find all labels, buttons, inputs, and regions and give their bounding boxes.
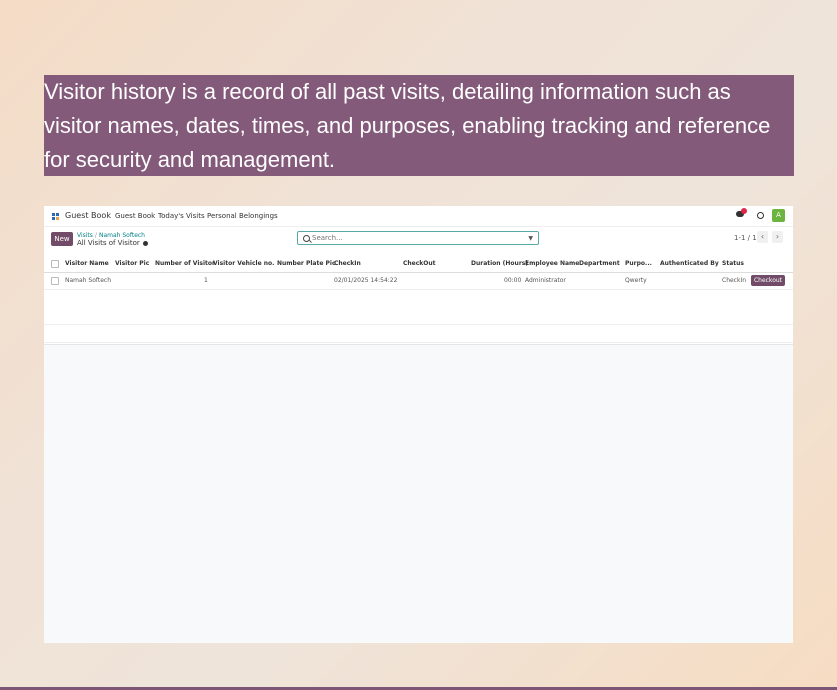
table-header: Visitor Name Visitor Pic Number of Visit… <box>44 255 793 273</box>
description-banner: Visitor history is a record of all past … <box>44 75 794 176</box>
search-bar[interactable]: ▼ <box>297 231 539 245</box>
breadcrumb-visits[interactable]: Visits <box>77 232 93 239</box>
breadcrumb: Visits / Namah Softech <box>77 232 145 239</box>
gear-icon[interactable] <box>142 240 148 246</box>
description-line-3: for security and management. <box>44 147 336 172</box>
user-avatar[interactable]: A <box>772 209 785 222</box>
header-department[interactable]: Department <box>579 260 620 267</box>
top-navbar: Guest Book Guest Book Today's Visits Per… <box>44 206 793 227</box>
control-panel: New Visits / Namah Softech All Visits of V… <box>44 227 793 253</box>
cell-status: CheckIn <box>722 277 747 284</box>
messages-icon[interactable] <box>736 208 747 218</box>
menu-guest-book[interactable]: Guest Book <box>115 212 155 220</box>
menu-personal-belongings[interactable]: Personal Belongings <box>207 212 278 220</box>
app-screenshot: Guest Book Guest Book Today's Visits Per… <box>44 206 793 643</box>
cell-duration: 00:00 <box>504 277 522 284</box>
search-input[interactable] <box>312 233 512 243</box>
empty-row <box>44 307 793 325</box>
empty-row <box>44 325 793 343</box>
menu-todays-visits[interactable]: Today's Visits <box>158 212 205 220</box>
search-icon <box>303 235 310 242</box>
page-title: All Visits of Visitor <box>77 239 148 247</box>
select-all-checkbox[interactable] <box>51 260 59 268</box>
header-plate-pic[interactable]: Number Plate Pic <box>277 260 336 267</box>
row-checkbox[interactable] <box>51 277 59 285</box>
header-duration[interactable]: Duration (Hours) <box>471 260 528 267</box>
cell-employee: Administrator <box>525 277 566 284</box>
search-dropdown-toggle-icon[interactable]: ▼ <box>528 235 533 242</box>
header-employee-name[interactable]: Employee Name <box>525 260 579 267</box>
header-number-of-visitor[interactable]: Number of Visitor <box>155 260 215 267</box>
new-button[interactable]: New <box>51 232 73 246</box>
description-line-1: Visitor history is a record of all past … <box>44 79 731 104</box>
header-visitor-name[interactable]: Visitor Name <box>65 260 109 267</box>
header-status[interactable]: Status <box>722 260 744 267</box>
pager-next-icon[interactable]: › <box>772 231 783 243</box>
cell-visitor-name: Namah Softech <box>65 277 112 284</box>
pager-previous-icon[interactable]: ‹ <box>757 231 768 243</box>
list-footer-area <box>44 344 793 643</box>
breadcrumb-separator: / <box>94 232 97 239</box>
description-line-2: visitor names, dates, times, and purpose… <box>44 113 771 138</box>
empty-row <box>44 290 793 308</box>
header-purpose[interactable]: Purpo... <box>625 260 652 267</box>
cell-number-of-visitor: 1 <box>204 277 208 284</box>
checkout-button[interactable]: Checkout <box>751 275 785 286</box>
cell-checkin: 02/01/2025 14:54:22 <box>334 277 398 284</box>
header-checkin[interactable]: CheckIn <box>334 260 361 267</box>
header-visitor-pic[interactable]: Visitor Pic <box>115 260 149 267</box>
app-name[interactable]: Guest Book <box>65 211 111 220</box>
pager-value[interactable]: 1-1 / 1 <box>734 234 757 242</box>
apps-menu-icon[interactable] <box>52 213 59 220</box>
activity-clock-icon[interactable] <box>757 212 764 219</box>
breadcrumb-current[interactable]: Namah Softech <box>99 232 145 239</box>
header-checkout[interactable]: CheckOut <box>403 260 436 267</box>
header-authenticated-by[interactable]: Authenticated By <box>660 260 719 267</box>
cell-purpose: Qwerty <box>625 277 647 284</box>
page-title-text: All Visits of Visitor <box>77 239 140 247</box>
header-vehicle-no[interactable]: Visitor Vehicle no. <box>213 260 274 267</box>
table-row[interactable]: Namah Softech 1 02/01/2025 14:54:22 00:0… <box>44 272 793 290</box>
